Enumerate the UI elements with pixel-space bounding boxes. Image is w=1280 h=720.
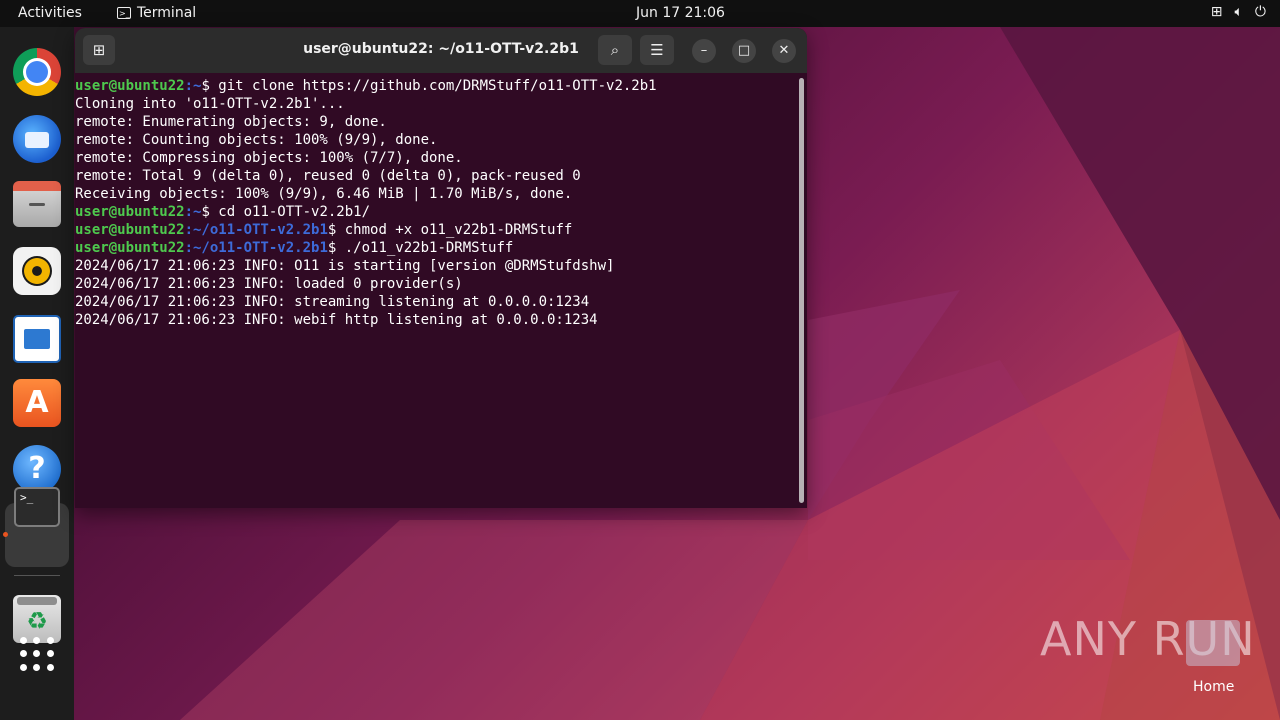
prompt-user: user@ubuntu22 (75, 240, 185, 256)
trash-icon[interactable]: ♻ (13, 595, 61, 643)
terminal-line: user@ubuntu22:~$ git clone https://githu… (75, 77, 795, 95)
search-button[interactable]: ⌕ (598, 35, 632, 65)
top-bar: Activities >_ Terminal Jun 17 21:06 ⊞ 🔈︎… (0, 0, 1280, 27)
menu-button[interactable]: ☰ (640, 35, 674, 65)
prompt-path: :~ (184, 204, 202, 220)
prompt-path: :~ (184, 78, 202, 94)
home-folder-label: Home (1193, 679, 1235, 695)
terminal-icon[interactable]: >_ (14, 487, 60, 527)
terminal-line: user@ubuntu22:~$ cd o11-OTT-v2.2b1/ (75, 203, 795, 221)
scrollbar[interactable] (799, 78, 804, 503)
terminal-line: remote: Compressing objects: 100% (7/7),… (75, 150, 463, 166)
home-folder-icon[interactable] (1186, 620, 1240, 666)
terminal-output[interactable]: user@ubuntu22:~$ git clone https://githu… (75, 77, 795, 329)
help-icon[interactable]: ? (13, 445, 61, 493)
files-icon[interactable] (13, 181, 61, 227)
app-menu[interactable]: >_ Terminal (117, 5, 196, 21)
writer-icon[interactable] (13, 315, 61, 363)
command-text: $ ./o11_v22b1-DRMStuff (327, 240, 514, 256)
activities-button[interactable]: Activities (18, 5, 82, 21)
power-icon: ⏻ (1254, 4, 1266, 20)
prompt-user: user@ubuntu22 (75, 204, 185, 220)
prompt-user: user@ubuntu22 (75, 222, 185, 238)
network-icon: ⊞ (1210, 4, 1223, 20)
clock[interactable]: Jun 17 21:06 (636, 5, 725, 21)
terminal-line: 2024/06/17 21:06:23 INFO: loaded 0 provi… (75, 276, 463, 292)
volume-icon: 🔈︎ (1234, 4, 1243, 20)
terminal-window[interactable]: ⊞ user@ubuntu22: ~/o11-OTT-v2.2b1 ⌕ ☰ – … (75, 28, 807, 508)
terminal-line: 2024/06/17 21:06:23 INFO: streaming list… (75, 294, 590, 310)
rhythmbox-icon[interactable] (13, 247, 61, 295)
terminal-line: Cloning into 'o11-OTT-v2.2b1'... (75, 96, 345, 112)
title-bar[interactable]: ⊞ user@ubuntu22: ~/o11-OTT-v2.2b1 ⌕ ☰ – … (75, 28, 807, 73)
thunderbird-icon[interactable] (13, 115, 61, 163)
terminal-line: user@ubuntu22:~/o11-OTT-v2.2b1$ ./o11_v2… (75, 239, 795, 257)
close-button[interactable]: ✕ (772, 39, 796, 63)
terminal-line: Receiving objects: 100% (9/9), 6.46 MiB … (75, 186, 573, 202)
running-indicator (3, 532, 8, 537)
app-center-icon[interactable]: A (13, 379, 61, 427)
terminal-line: 2024/06/17 21:06:23 INFO: webif http lis… (75, 312, 598, 328)
terminal-line: 2024/06/17 21:06:23 INFO: O11 is startin… (75, 258, 615, 274)
command-text: $ chmod +x o11_v22b1-DRMStuff (327, 222, 573, 238)
dock: A ? >_ ♻ (0, 27, 74, 720)
show-apps-icon[interactable] (20, 637, 54, 671)
command-text: $ git clone https://github.com/DRMStuff/… (201, 78, 657, 94)
terminal-app-icon: >_ (117, 7, 131, 19)
chrome-icon[interactable] (13, 48, 61, 96)
maximize-button[interactable]: □ (732, 39, 756, 63)
command-text: $ cd o11-OTT-v2.2b1/ (201, 204, 371, 220)
dock-separator (14, 575, 60, 576)
terminal-line: remote: Enumerating objects: 9, done. (75, 114, 387, 130)
prompt-path: :~/o11-OTT-v2.2b1 (184, 222, 328, 238)
terminal-line: remote: Counting objects: 100% (9/9), do… (75, 132, 438, 148)
app-menu-label: Terminal (137, 5, 197, 21)
system-tray[interactable]: ⊞ 🔈︎ ⏻ (1211, 4, 1266, 20)
minimize-button[interactable]: – (692, 39, 716, 63)
terminal-line: user@ubuntu22:~/o11-OTT-v2.2b1$ chmod +x… (75, 221, 795, 239)
prompt-user: user@ubuntu22 (75, 78, 185, 94)
terminal-line: remote: Total 9 (delta 0), reused 0 (del… (75, 168, 581, 184)
prompt-path: :~/o11-OTT-v2.2b1 (184, 240, 328, 256)
